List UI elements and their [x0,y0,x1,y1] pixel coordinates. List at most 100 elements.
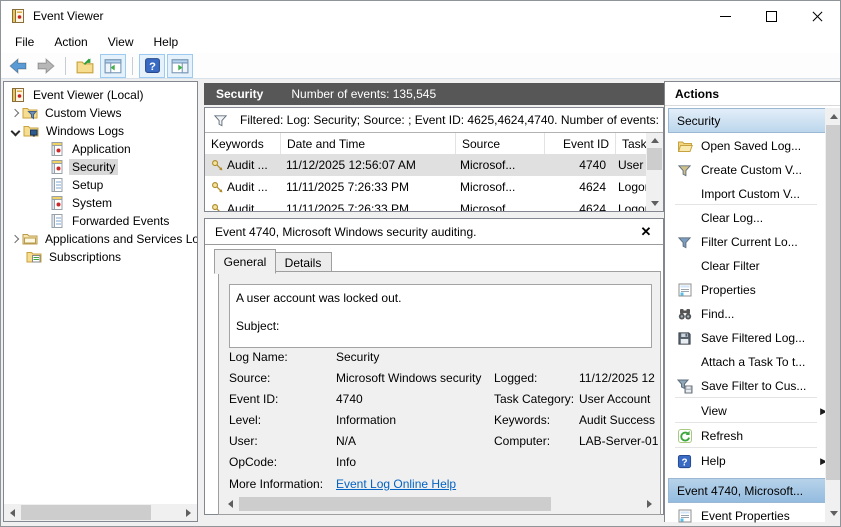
field-label: OpCode: [229,455,278,469]
tree-item-applications-and-services[interactable]: Applications and Services Lo [10,230,197,248]
forward-button[interactable] [33,54,59,78]
menu-view[interactable]: View [98,32,144,52]
actions-panel: Actions Security ▲ Open Saved Log... Cre… [664,81,840,523]
action-clear-filter[interactable]: Clear Filter [668,254,831,278]
detail-horizontal-scrollbar[interactable] [222,496,657,512]
tree-item-label: Setup [72,178,104,192]
column-header-task-category[interactable]: Task Cate... [616,133,646,154]
field-value-task-category: User Account [579,392,651,406]
scroll-down-button[interactable] [646,196,663,211]
section-header-security[interactable]: Security ▲ [668,108,840,133]
column-header-event-id[interactable]: Event ID [545,133,616,154]
tree-item-custom-views[interactable]: Custom Views [10,104,197,122]
forward-icon [36,56,56,76]
scroll-left-button[interactable] [222,496,238,512]
field-label: Event ID: [229,392,279,406]
section-header-event-4740[interactable]: Event 4740, Microsoft... ▲ [668,478,840,503]
export-log-button[interactable] [72,54,98,78]
scrollbar-thumb[interactable] [21,505,151,520]
tree-item-security[interactable]: Security [49,158,197,176]
expander-expanded-icon[interactable] [10,126,21,136]
tree-item-system[interactable]: System [49,194,197,212]
event-log-online-help-link[interactable]: Event Log Online Help [336,477,456,491]
toolbar-separator [65,56,66,75]
action-label: View [701,404,727,418]
action-label: Save Filter to Cus... [701,379,807,393]
expander-collapsed-icon[interactable] [10,234,20,244]
tree-item-forwarded-events[interactable]: Forwarded Events [49,212,197,230]
action-view[interactable]: View ▶ [668,399,831,423]
tree-horizontal-scrollbar[interactable] [4,504,197,521]
event-description-line: Subject: [236,319,280,333]
filter-icon [213,113,228,128]
scroll-right-button[interactable] [180,504,197,521]
tab-general[interactable]: General [214,249,276,274]
plain-log-icon [49,213,65,229]
tree-item-setup[interactable]: Setup [49,176,197,194]
detail-close-button[interactable]: ✕ [637,223,655,241]
action-create-custom-view[interactable]: Create Custom V... [668,158,831,182]
scrollbar-thumb[interactable] [239,497,551,511]
tree-item-subscriptions[interactable]: Subscriptions [26,248,197,266]
action-save-filter-to-custom-view[interactable]: Save Filter to Cus... [668,374,831,398]
action-label: Filter Current Lo... [701,235,798,249]
audit-success-key-icon [211,181,224,194]
menu-file[interactable]: File [5,32,44,52]
action-help[interactable]: Help ▶ [668,449,831,473]
menu-help[interactable]: Help [144,32,189,52]
console-tree-toggle-button[interactable] [100,53,126,78]
field-label: Logged: [494,371,538,385]
tree-item-windows-logs[interactable]: Windows Logs [10,122,197,140]
action-properties[interactable]: Properties [668,278,831,302]
action-open-saved-log[interactable]: Open Saved Log... [668,134,831,158]
help-button[interactable] [139,53,165,78]
cell-task-category: User Acc... [618,158,646,172]
tree-item-label-selected: Security [69,159,119,175]
find-icon [677,306,693,322]
action-filter-current-log[interactable]: Filter Current Lo... [668,230,831,254]
close-button[interactable] [794,1,840,31]
cell-event-id: 4740 [579,158,606,172]
action-event-properties[interactable]: Event Properties [668,504,831,526]
column-header-date-time[interactable]: Date and Time [281,133,456,154]
column-header-source[interactable]: Source [456,133,545,154]
action-import-custom-view[interactable]: Import Custom V... [668,182,831,206]
event-list-vertical-scrollbar[interactable] [646,133,663,211]
event-log-icon [49,141,65,157]
action-clear-log[interactable]: Clear Log... [668,206,831,230]
expander-collapsed-icon[interactable] [10,108,20,118]
audit-success-key-icon [211,159,224,172]
event-description-box[interactable]: A user account was locked out. Subject: [229,284,652,348]
tree-item-event-viewer-local[interactable]: Event Viewer (Local) [10,86,197,104]
minimize-button[interactable] [702,1,748,31]
scroll-left-button[interactable] [4,504,21,521]
action-save-filtered-log[interactable]: Save Filtered Log... [668,326,831,350]
scroll-up-button[interactable] [646,133,663,148]
back-button[interactable] [5,54,31,78]
action-label: Properties [701,283,756,297]
table-row[interactable]: Audit ... 11/11/2025 7:26:33 PM Microsof… [205,176,646,198]
action-refresh[interactable]: Refresh [668,424,831,448]
scroll-down-button[interactable] [825,505,840,522]
field-value-computer: LAB-Server-01 [579,434,659,448]
table-row[interactable]: Audit ... 11/11/2025 7:26:33 PM Microsof… [205,198,646,211]
windows-logs-folder-icon [23,123,39,139]
scroll-right-button[interactable] [641,496,657,512]
action-label: Open Saved Log... [701,139,802,153]
table-row[interactable]: Audit ... 11/12/2025 12:56:07 AM Microso… [205,154,646,176]
scrollbar-thumb[interactable] [647,148,662,170]
scroll-up-button[interactable] [825,108,840,125]
actions-vertical-scrollbar[interactable] [825,108,840,522]
column-header-keywords[interactable]: Keywords [205,133,281,154]
tree-item-application[interactable]: Application [49,140,197,158]
action-attach-task[interactable]: Attach a Task To t... [668,350,831,374]
maximize-button[interactable] [748,1,794,31]
refresh-icon [677,428,693,444]
menu-action[interactable]: Action [44,32,97,52]
scrollbar-thumb[interactable] [826,125,840,480]
action-find[interactable]: Find... [668,302,831,326]
field-value-event-id: 4740 [336,392,363,406]
tree-item-label: Application [72,142,131,156]
action-pane-toggle-button[interactable] [167,53,193,78]
field-value-keywords: Audit Success [579,413,656,427]
